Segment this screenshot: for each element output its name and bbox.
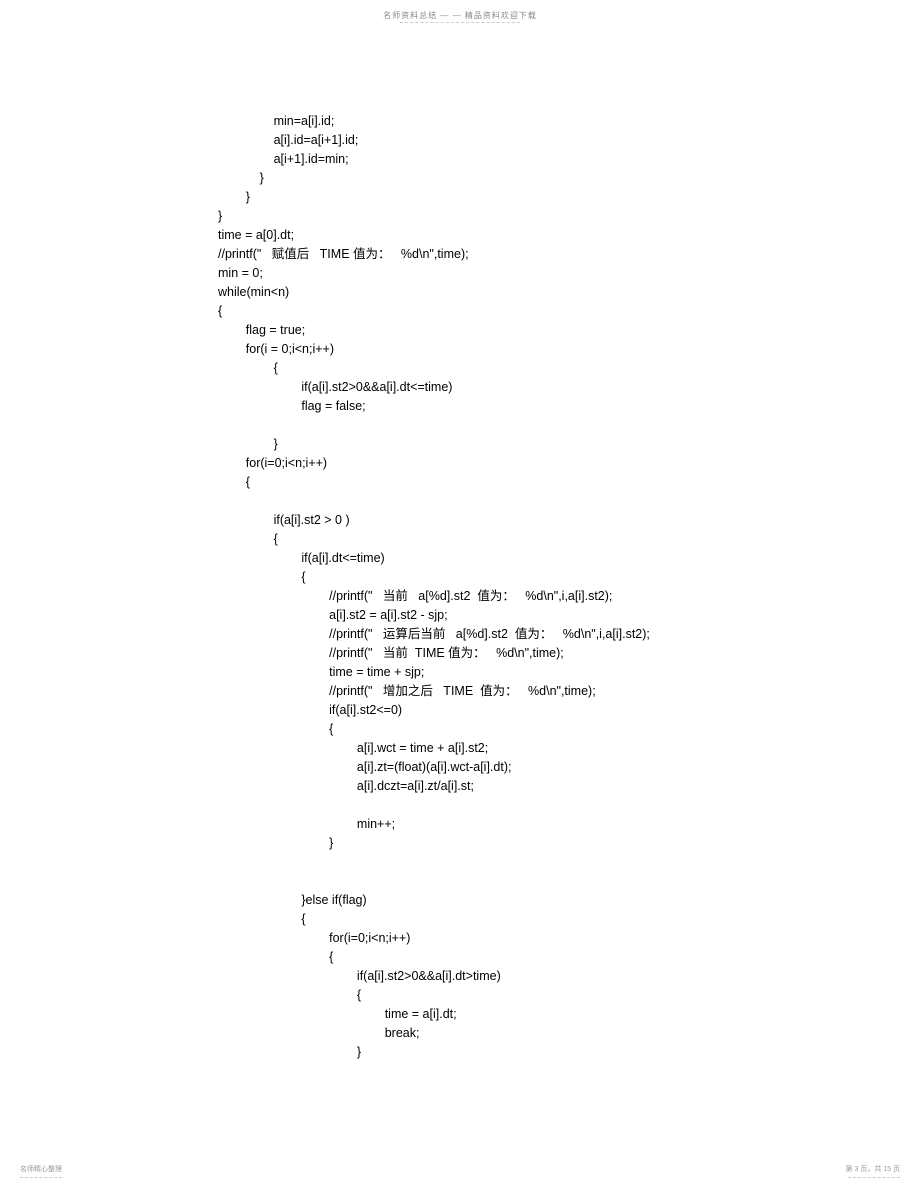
footer-right-text: 第 3 页，共 15 页 bbox=[846, 1166, 900, 1173]
header-underline bbox=[400, 22, 520, 23]
code-content: min=a[i].id; a[i].id=a[i+1].id; a[i+1].i… bbox=[218, 112, 650, 1062]
page-header: 名师资料总结 — — 精品资料欢迎下载 bbox=[0, 10, 920, 21]
footer-left-text: 名师精心整理 bbox=[20, 1166, 62, 1173]
footer-right-underline bbox=[848, 1177, 900, 1178]
footer-left-underline bbox=[20, 1177, 62, 1178]
footer-right: 第 3 页，共 15 页 bbox=[846, 1164, 900, 1174]
footer-left: 名师精心整理 bbox=[20, 1164, 62, 1174]
header-text: 名师资料总结 — — 精品资料欢迎下载 bbox=[383, 11, 537, 20]
